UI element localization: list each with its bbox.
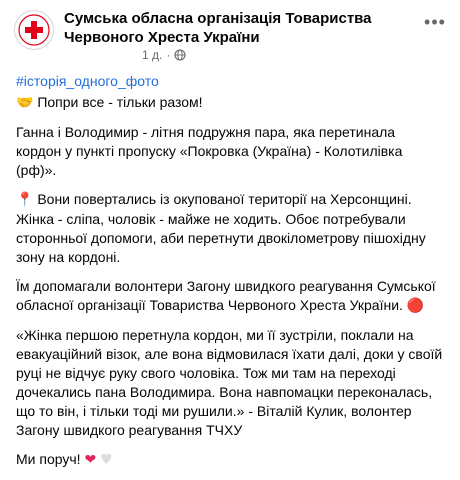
paragraph-2: 📍 Вони повертались із окупованої територ…: [16, 190, 444, 267]
paragraph-4: «Жінка першою перетнула кордон, ми її зу…: [16, 327, 443, 438]
handshake-emoji: 🤝: [16, 95, 34, 111]
meta-dot: ·: [166, 48, 171, 62]
intro-line: 🤝 Попри все - тільки разом!: [16, 93, 444, 113]
paragraph-3-text: Їм допомагали волонтери Загону швидкого …: [16, 278, 436, 313]
globe-icon: [174, 49, 186, 61]
red-cross-logo-icon: [18, 14, 50, 46]
paragraph-1: Ганна і Володимир - літня подружня пара,…: [16, 124, 403, 178]
org-avatar[interactable]: [14, 10, 54, 50]
paragraph-3: Їм допомагали волонтери Загону швидкого …: [16, 277, 444, 316]
more-options-icon[interactable]: •••: [422, 12, 448, 32]
white-heart-emoji: ♥: [100, 452, 113, 468]
closing-text: Ми поруч!: [16, 451, 81, 467]
post-header: Сумська обласна організація Товариства Ч…: [12, 8, 448, 64]
post-body: #історія_одного_фото 🤝 Попри все - тільк…: [16, 72, 444, 480]
hashtag-link[interactable]: #історія_одного_фото: [16, 73, 159, 89]
hashtag-line: #історія_одного_фото: [16, 72, 444, 91]
paragraph-2-text: Вони повертались із окупованої території…: [16, 191, 426, 265]
post-meta: 1 д. ·: [142, 48, 186, 62]
facebook-post: Сумська обласна організація Товариства Ч…: [0, 0, 460, 468]
pushpin-emoji: 📍: [16, 192, 34, 208]
post-timestamp[interactable]: 1 д.: [142, 48, 162, 62]
red-ball-emoji: 🔴: [406, 298, 425, 314]
intro-text: Попри все - тільки разом!: [37, 94, 203, 110]
closing-line: Ми поруч! ❤ ♥: [16, 450, 444, 470]
post-author-name[interactable]: Сумська обласна організація Товариства Ч…: [64, 9, 394, 47]
red-heart-emoji: ❤: [84, 452, 97, 468]
